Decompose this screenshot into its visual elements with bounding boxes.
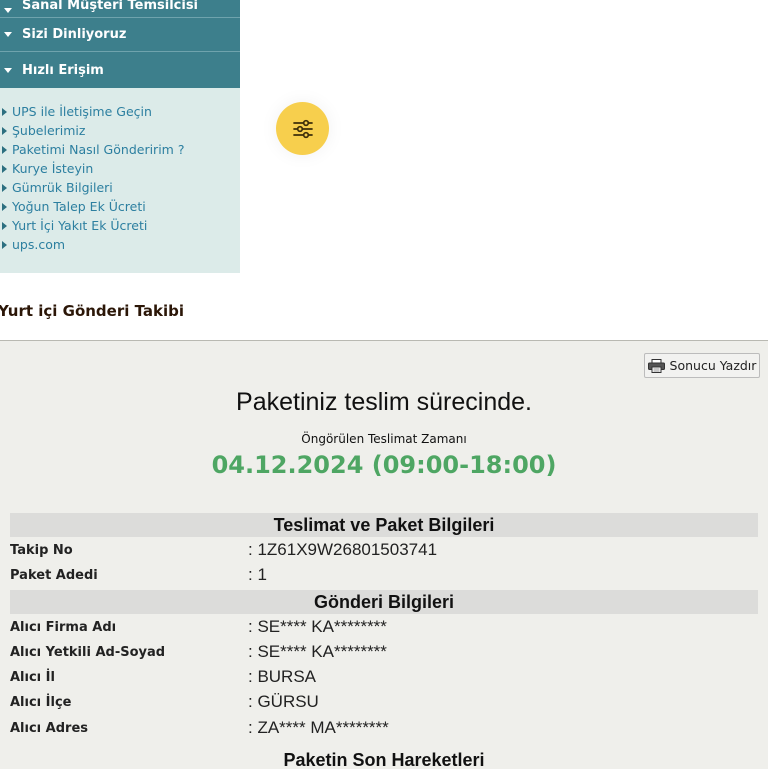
row-value: : GÜRSU <box>248 692 319 711</box>
row-recipient-contact: Alıcı Yetkili Ad-Soyad : SE**** KA******… <box>10 641 758 666</box>
link-fuel-surcharge[interactable]: Yurt İçi Yakıt Ek Ücreti <box>2 216 240 235</box>
menu-label: Sizi Dinliyoruz <box>22 27 127 42</box>
link-how-to-ship[interactable]: Paketimi Nasıl Gönderirim ? <box>2 140 240 159</box>
printer-icon <box>647 358 665 373</box>
caret-down-icon <box>4 8 12 13</box>
menu-label: Sanal Müşteri Temsilcisi <box>22 0 199 13</box>
link-label: Gümrük Bilgileri <box>12 180 113 195</box>
link-label: Şubelerimiz <box>12 123 86 138</box>
eta-value: 04.12.2024 (09:00-18:00) <box>211 451 557 479</box>
menu-label: Hızlı Erişim <box>22 62 104 78</box>
row-value: : 1Z61X9W26801503741 <box>248 540 438 559</box>
triangle-right-icon <box>2 240 7 249</box>
row-recipient-district: Alıcı İlçe : GÜRSU <box>10 691 758 716</box>
row-value: : ZA**** MA******** <box>248 718 389 737</box>
sidebar: Sanal Müşteri Temsilcisi Sizi Dinliyoruz… <box>0 0 240 273</box>
row-recipient-address: Alıcı Adres : ZA**** MA******** <box>10 717 758 742</box>
row-key: Alıcı Yetkili Ad-Soyad <box>10 645 166 660</box>
link-label: Yurt İçi Yakıt Ek Ücreti <box>12 218 148 233</box>
caret-down-icon <box>4 67 12 73</box>
delivery-status: Paketiniz teslim sürecinde. <box>236 388 532 416</box>
row-package-count: Paket Adedi : 1 <box>10 564 758 589</box>
tracking-result-panel: Sonucu Yazdır Paketiniz teslim sürecinde… <box>0 340 768 770</box>
caret-down-icon <box>4 32 12 37</box>
row-recipient-city: Alıcı İl : BURSA <box>10 666 758 691</box>
link-branches[interactable]: Şubelerimiz <box>2 121 240 140</box>
row-value: : BURSA <box>248 667 317 686</box>
triangle-right-icon <box>2 126 7 135</box>
quick-links: UPS ile İletişime Geçin Şubelerimiz Pake… <box>0 88 240 273</box>
page-title: Yurt içi Gönderi Takibi <box>0 302 185 320</box>
link-label: ups.com <box>12 237 66 252</box>
row-key: Alıcı İl <box>10 670 55 685</box>
row-value: : 1 <box>248 565 267 584</box>
triangle-right-icon <box>2 145 7 154</box>
link-customs[interactable]: Gümrük Bilgileri <box>2 178 240 197</box>
row-tracking-number: Takip No : 1Z61X9W26801503741 <box>10 539 758 564</box>
row-key: Alıcı Firma Adı <box>10 620 117 635</box>
link-ups-com[interactable]: ups.com <box>2 235 240 254</box>
filter-button[interactable] <box>276 102 329 155</box>
row-key: Alıcı Adres <box>10 721 88 736</box>
row-key: Alıcı İlçe <box>10 695 72 710</box>
sliders-icon <box>292 119 313 138</box>
row-key: Takip No <box>10 543 73 558</box>
row-key: Paket Adedi <box>10 568 98 583</box>
triangle-right-icon <box>2 164 7 173</box>
row-recipient-company: Alıcı Firma Adı : SE**** KA******** <box>10 616 758 641</box>
link-label: Kurye İsteyin <box>12 161 94 176</box>
menu-quick-access[interactable]: Hızlı Erişim <box>0 52 240 88</box>
section-shipment-info: Gönderi Bilgileri <box>10 590 758 614</box>
print-label: Sonucu Yazdır <box>669 358 757 373</box>
link-contact[interactable]: UPS ile İletişime Geçin <box>2 102 240 121</box>
triangle-right-icon <box>2 221 7 230</box>
link-label: UPS ile İletişime Geçin <box>12 104 152 119</box>
triangle-right-icon <box>2 107 7 116</box>
section-delivery-package-info: Teslimat ve Paket Bilgileri <box>10 513 758 537</box>
link-peak-surcharge[interactable]: Yoğun Talep Ek Ücreti <box>2 197 240 216</box>
menu-feedback[interactable]: Sizi Dinliyoruz <box>0 18 240 52</box>
print-result-button[interactable]: Sonucu Yazdır <box>644 353 760 378</box>
link-courier[interactable]: Kurye İsteyin <box>2 159 240 178</box>
triangle-right-icon <box>2 183 7 192</box>
eta-label: Öngörülen Teslimat Zamanı <box>301 432 467 446</box>
row-value: : SE**** KA******** <box>248 642 387 661</box>
triangle-right-icon <box>2 202 7 211</box>
link-label: Yoğun Talep Ek Ücreti <box>12 199 146 214</box>
row-value: : SE**** KA******** <box>248 617 387 636</box>
menu-virtual-agent[interactable]: Sanal Müşteri Temsilcisi <box>0 0 240 18</box>
link-label: Paketimi Nasıl Gönderirim ? <box>12 142 185 157</box>
section-latest-movements: Paketin Son Hareketleri <box>283 750 485 770</box>
